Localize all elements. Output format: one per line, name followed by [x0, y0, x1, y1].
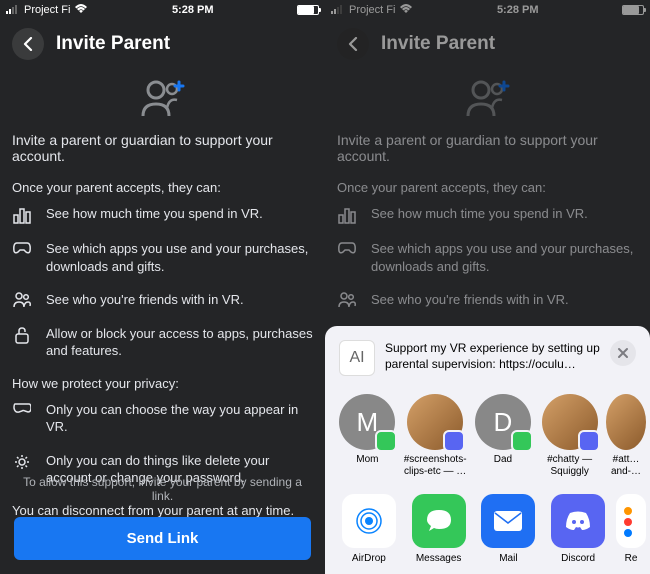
battery-icon	[622, 5, 644, 15]
app-label: AirDrop	[352, 553, 386, 564]
page-title: Invite Parent	[56, 33, 170, 55]
avatar	[542, 394, 598, 450]
feature-text: See which apps you use and your purchase…	[46, 240, 313, 275]
share-contact[interactable]: #att… and-…	[606, 394, 646, 478]
messages-badge-icon	[375, 430, 397, 452]
mail-icon	[481, 494, 535, 548]
carrier-label: Project Fi	[349, 4, 395, 16]
discord-badge-icon	[443, 430, 465, 452]
phone-right: Project Fi 5:28 PM Invite Parent Invite …	[325, 0, 650, 574]
feature-text: See how much time you spend in VR.	[371, 205, 588, 223]
share-contacts-row: M Mom #screenshots-clips-etc — … D Dad #…	[325, 390, 650, 490]
footer-note: To allow this support, invite your paren…	[0, 467, 325, 511]
feature-text: See who you're friends with in VR.	[46, 291, 244, 309]
avatar	[606, 394, 646, 450]
feature-time: See how much time you spend in VR.	[0, 205, 325, 240]
parent-hero-icon	[0, 68, 325, 132]
privacy-label: How we protect your privacy:	[0, 376, 325, 401]
status-bar: Project Fi 5:28 PM	[0, 0, 325, 20]
avatar	[407, 394, 463, 450]
status-time: 5:28 PM	[88, 4, 297, 16]
wifi-icon	[399, 4, 413, 17]
page-header: Invite Parent	[325, 20, 650, 68]
signal-icon	[6, 4, 20, 17]
parent-hero-icon	[325, 68, 650, 132]
discord-icon	[551, 494, 605, 548]
avatar: D	[475, 394, 531, 450]
people-icon	[337, 291, 357, 308]
status-bar: Project Fi 5:28 PM	[325, 0, 650, 20]
phone-left: Project Fi 5:28 PM Invite Parent Invite …	[0, 0, 325, 574]
share-thumbnail: AI	[339, 340, 375, 376]
share-sheet: AI Support my VR experience by setting u…	[325, 326, 650, 574]
share-app-mail[interactable]: Mail	[477, 494, 541, 564]
lock-icon	[12, 325, 32, 344]
send-link-button[interactable]: Send Link	[14, 517, 311, 560]
share-app-airdrop[interactable]: AirDrop	[337, 494, 401, 564]
feature-text: Allow or block your access to apps, purc…	[46, 325, 313, 360]
feature-block: Allow or block your access to apps, purc…	[0, 325, 325, 376]
headset-icon	[12, 401, 32, 414]
share-contact[interactable]: #chatty — Squiggly Time	[539, 394, 600, 478]
reminders-icon	[616, 494, 646, 548]
contact-label: #att… and-…	[606, 454, 646, 478]
subtitle-text: Invite a parent or guardian to support y…	[0, 132, 325, 180]
contact-label: #screenshots-clips-etc — …	[404, 454, 467, 478]
app-label: Re	[625, 553, 638, 564]
feature-text: See who you're friends with in VR.	[371, 291, 569, 309]
battery-icon	[297, 5, 319, 15]
bar-chart-icon	[337, 205, 357, 224]
feature-text: See which apps you use and your purchase…	[371, 240, 638, 275]
share-message: Support my VR experience by setting up p…	[385, 340, 600, 372]
close-button[interactable]	[610, 340, 636, 366]
app-label: Mail	[499, 553, 517, 564]
share-app-reminders[interactable]: Re	[616, 494, 646, 564]
feature-apps: See which apps you use and your purchase…	[0, 240, 325, 291]
messages-badge-icon	[511, 430, 533, 452]
app-label: Discord	[561, 553, 595, 564]
discord-badge-icon	[578, 430, 600, 452]
carrier-label: Project Fi	[24, 4, 70, 16]
contact-label: #chatty — Squiggly Time	[539, 454, 600, 478]
feature-text: Only you can choose the way you appear i…	[46, 401, 313, 436]
feature-text: See how much time you spend in VR.	[46, 205, 263, 223]
share-app-discord[interactable]: Discord	[546, 494, 610, 564]
feature-friends: See who you're friends with in VR.	[0, 291, 325, 325]
page-header: Invite Parent	[0, 20, 325, 68]
signal-icon	[331, 4, 345, 17]
back-button[interactable]	[337, 28, 369, 60]
share-contact[interactable]: D Dad	[473, 394, 534, 478]
controller-icon	[12, 240, 32, 255]
controller-icon	[337, 240, 357, 255]
messages-icon	[412, 494, 466, 548]
contact-label: Dad	[494, 454, 512, 466]
contact-label: Mom	[356, 454, 378, 466]
share-contact[interactable]: #screenshots-clips-etc — …	[404, 394, 467, 478]
people-icon	[12, 291, 32, 308]
bar-chart-icon	[12, 205, 32, 224]
status-time: 5:28 PM	[413, 4, 622, 16]
back-button[interactable]	[12, 28, 44, 60]
page-title: Invite Parent	[381, 33, 495, 55]
share-apps-row: AirDrop Messages Mail Discord Re	[325, 490, 650, 564]
accepts-label: Once your parent accepts, they can:	[0, 180, 325, 205]
share-app-messages[interactable]: Messages	[407, 494, 471, 564]
airdrop-icon	[342, 494, 396, 548]
app-label: Messages	[416, 553, 462, 564]
subtitle-text: Invite a parent or guardian to support y…	[325, 132, 650, 180]
wifi-icon	[74, 4, 88, 17]
feature-appear: Only you can choose the way you appear i…	[0, 401, 325, 452]
share-contact[interactable]: M Mom	[337, 394, 398, 478]
avatar: M	[339, 394, 395, 450]
accepts-label: Once your parent accepts, they can:	[325, 180, 650, 205]
